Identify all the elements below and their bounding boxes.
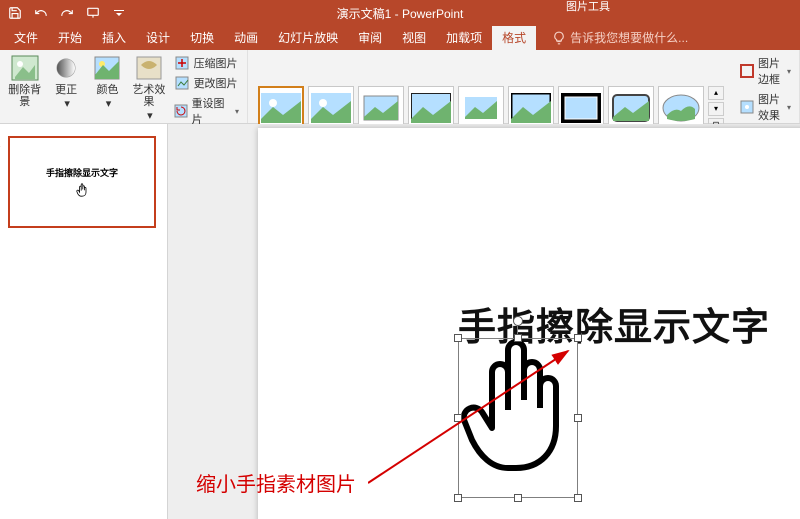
resize-handle-mr[interactable]	[574, 414, 582, 422]
tab-design[interactable]: 设计	[136, 25, 180, 50]
chevron-down-icon: ▾	[787, 67, 791, 76]
context-tab-label: 图片工具	[556, 1, 620, 13]
tab-transitions[interactable]: 切换	[180, 25, 224, 50]
slide-thumbnail[interactable]: 手指擦除显示文字	[8, 136, 156, 228]
ribbon-group-picture-styles: ▴ ▾ ⊟ 图片边框▾ 图片效果▾ 图片版式▾	[248, 50, 800, 123]
picture-border-button[interactable]: 图片边框▾	[738, 54, 793, 88]
hand-pointer-icon	[74, 183, 90, 199]
resize-handle-bl[interactable]	[454, 494, 462, 502]
tab-review[interactable]: 审阅	[348, 25, 392, 50]
tab-home[interactable]: 开始	[48, 25, 92, 50]
corrections-button[interactable]: 更正▾	[47, 52, 84, 110]
tab-view[interactable]: 视图	[392, 25, 436, 50]
work-area: 1 手指擦除显示文字 手指擦除显示文字	[0, 124, 800, 519]
gallery-scroll-up-button[interactable]: ▴	[708, 86, 724, 100]
window-title: 演示文稿1 - PowerPoint	[337, 5, 464, 22]
tab-addins[interactable]: 加载项	[436, 25, 492, 50]
change-picture-icon	[174, 75, 190, 91]
remove-background-icon	[10, 54, 40, 82]
title-bar: 演示文稿1 - PowerPoint 图片工具	[0, 0, 800, 26]
ribbon-group-adjust: 删除背景 更正▾ 颜色▾ 艺术效果▾	[0, 50, 248, 123]
selection-box	[458, 338, 578, 498]
chevron-down-icon: ▾	[64, 98, 70, 110]
tab-insert[interactable]: 插入	[92, 25, 136, 50]
artistic-effects-button[interactable]: 艺术效果▾	[130, 52, 167, 122]
annotation-text: 缩小手指素材图片	[196, 468, 356, 497]
slide[interactable]: 手指擦除显示文字	[258, 128, 800, 519]
color-icon	[92, 54, 122, 82]
chevron-down-icon: ▾	[787, 103, 791, 112]
picture-border-icon	[740, 63, 754, 79]
reset-picture-button[interactable]: 重设图片▾	[172, 94, 241, 128]
gallery-scroll-down-button[interactable]: ▾	[708, 102, 724, 116]
chevron-down-icon: ▾	[106, 98, 112, 110]
change-picture-button[interactable]: 更改图片	[172, 74, 241, 92]
chevron-down-icon: ▾	[147, 110, 153, 122]
redo-button[interactable]	[56, 3, 78, 23]
tab-animations[interactable]: 动画	[224, 25, 268, 50]
resize-handle-br[interactable]	[574, 494, 582, 502]
chevron-down-icon: ▾	[235, 107, 239, 116]
resize-handle-ml[interactable]	[454, 414, 462, 422]
resize-handle-tm[interactable]	[514, 334, 522, 342]
tell-me-search[interactable]: 告诉我您想要做什么...	[546, 25, 694, 50]
picture-effects-icon	[740, 99, 754, 115]
thumbnail-title: 手指擦除显示文字	[46, 166, 118, 179]
picture-effects-button[interactable]: 图片效果▾	[738, 90, 793, 124]
selected-hand-image[interactable]	[458, 338, 578, 498]
tab-file[interactable]: 文件	[4, 25, 48, 50]
rotation-handle[interactable]	[513, 316, 523, 326]
corrections-icon	[51, 54, 81, 82]
save-button[interactable]	[4, 3, 26, 23]
resize-handle-tl[interactable]	[454, 334, 462, 342]
context-tab-group: 图片工具	[556, 0, 620, 26]
resize-handle-tr[interactable]	[574, 334, 582, 342]
artistic-effects-icon	[134, 54, 164, 82]
qat-customize-button[interactable]	[108, 3, 130, 23]
slide-number: 1	[0, 136, 1, 150]
compress-icon	[174, 55, 190, 71]
remove-background-button[interactable]: 删除背景	[6, 52, 43, 108]
slide-thumbnail-pane[interactable]: 1 手指擦除显示文字	[0, 124, 168, 519]
reset-picture-icon	[174, 103, 188, 119]
resize-handle-bm[interactable]	[514, 494, 522, 502]
ribbon-tab-bar: 文件 开始 插入 设计 切换 动画 幻灯片放映 审阅 视图 加载项 格式 告诉我…	[0, 26, 800, 50]
color-button[interactable]: 颜色▾	[89, 52, 126, 110]
lightbulb-icon	[552, 31, 566, 45]
tab-format[interactable]: 格式	[492, 25, 536, 50]
ribbon: 删除背景 更正▾ 颜色▾ 艺术效果▾	[0, 50, 800, 124]
compress-pictures-button[interactable]: 压缩图片	[172, 54, 241, 72]
quick-access-toolbar	[4, 3, 130, 23]
start-slideshow-button[interactable]	[82, 3, 104, 23]
tab-slideshow[interactable]: 幻灯片放映	[268, 25, 348, 50]
slide-canvas-area[interactable]: 手指擦除显示文字 缩小手指素材图片	[168, 124, 800, 519]
undo-button[interactable]	[30, 3, 52, 23]
